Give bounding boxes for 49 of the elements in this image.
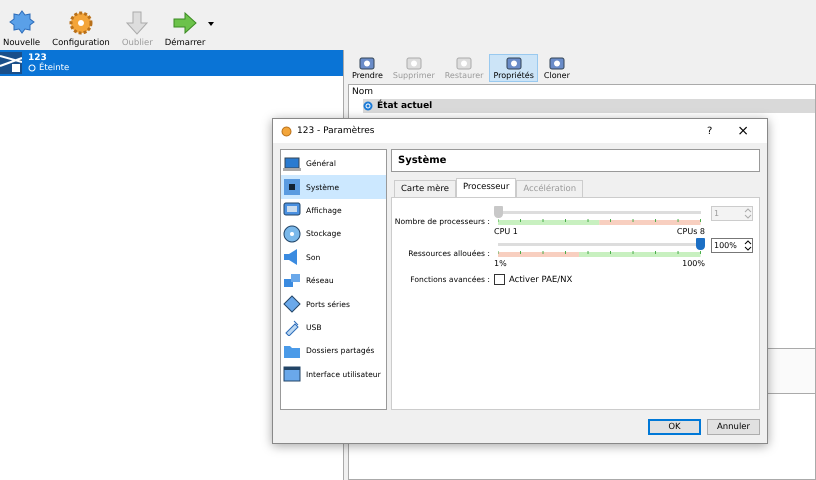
toolbar-button[interactable]: Prendre <box>348 54 387 82</box>
max-label: CPUs 8 <box>676 227 705 236</box>
close-button[interactable]: × <box>727 123 759 139</box>
toolbar-button[interactable]: Cloner <box>540 54 574 82</box>
power-icon <box>28 64 36 72</box>
os-logo-icon <box>0 52 22 74</box>
max-label: 100% <box>682 259 705 268</box>
network-icon <box>283 272 301 290</box>
monitor-icon <box>283 154 301 173</box>
toolbar-button[interactable]: Nouvelle <box>0 10 44 48</box>
caret-icon[interactable] <box>208 22 214 26</box>
dialog-title: 123 - Paramètres <box>297 126 374 136</box>
star-icon <box>8 10 35 36</box>
gear-icon <box>281 126 292 136</box>
help-button[interactable]: ? <box>696 126 722 136</box>
vm-list-item[interactable]: 123 Éteinte <box>0 50 343 76</box>
min-label: CPU 1 <box>494 227 518 236</box>
camera-icon <box>506 56 522 71</box>
vm-state: Éteinte <box>28 63 70 73</box>
toolbar-button[interactable]: Propriétés <box>489 54 538 82</box>
arrow-right-icon <box>172 10 198 36</box>
spin-box[interactable]: 100% <box>711 238 753 253</box>
camera-icon <box>456 56 472 71</box>
slider-thumb[interactable] <box>696 238 705 250</box>
dialog-button[interactable]: OK <box>648 418 701 434</box>
tab[interactable]: Carte mère <box>394 180 456 197</box>
usb-icon <box>283 318 301 336</box>
spin-arrows-icon[interactable] <box>744 240 752 251</box>
toolbar-button[interactable]: Démarrer <box>162 10 208 48</box>
section-heading: Système <box>391 149 760 172</box>
checkbox-label: Activer PAE/NX <box>509 274 572 284</box>
arrow-down-icon <box>124 10 150 36</box>
chip-icon <box>283 178 301 196</box>
snapshot-row[interactable]: État actuel <box>363 99 815 113</box>
toolbar-button[interactable]: Configuration <box>49 10 113 48</box>
camera-icon <box>548 56 565 71</box>
camera-icon <box>406 56 422 71</box>
tab[interactable]: Processeur <box>456 178 516 197</box>
power-icon <box>363 101 373 111</box>
column-header: Nom <box>351 86 374 99</box>
disk-icon <box>283 224 301 243</box>
gear-icon <box>68 10 94 36</box>
checkbox[interactable] <box>494 274 505 285</box>
port-icon <box>283 295 301 314</box>
dialog-button[interactable]: Annuler <box>707 418 760 434</box>
vm-name: 123 <box>28 53 47 63</box>
min-label: 1% <box>494 259 507 268</box>
window-icon <box>283 365 301 384</box>
camera-icon <box>359 56 376 71</box>
